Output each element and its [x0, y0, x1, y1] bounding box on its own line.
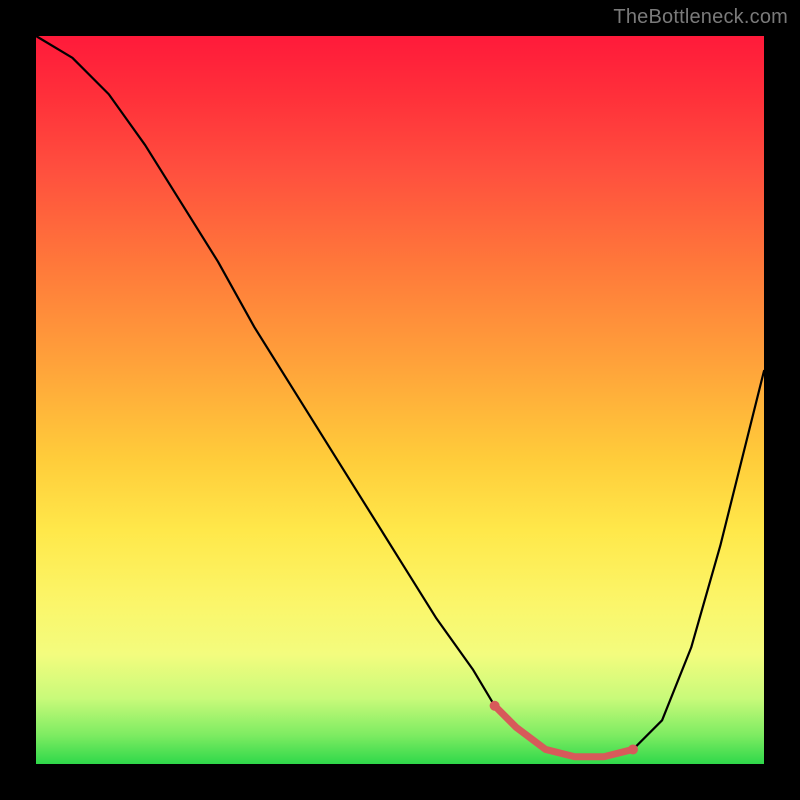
chart-frame: TheBottleneck.com	[0, 0, 800, 800]
bottleneck-curve	[36, 36, 764, 757]
valley-end-dot	[628, 744, 638, 754]
curve-svg	[36, 36, 764, 764]
valley-highlight	[495, 706, 633, 757]
watermark-text: TheBottleneck.com	[613, 6, 788, 29]
valley-start-dot	[490, 701, 500, 711]
plot-area	[36, 36, 764, 764]
